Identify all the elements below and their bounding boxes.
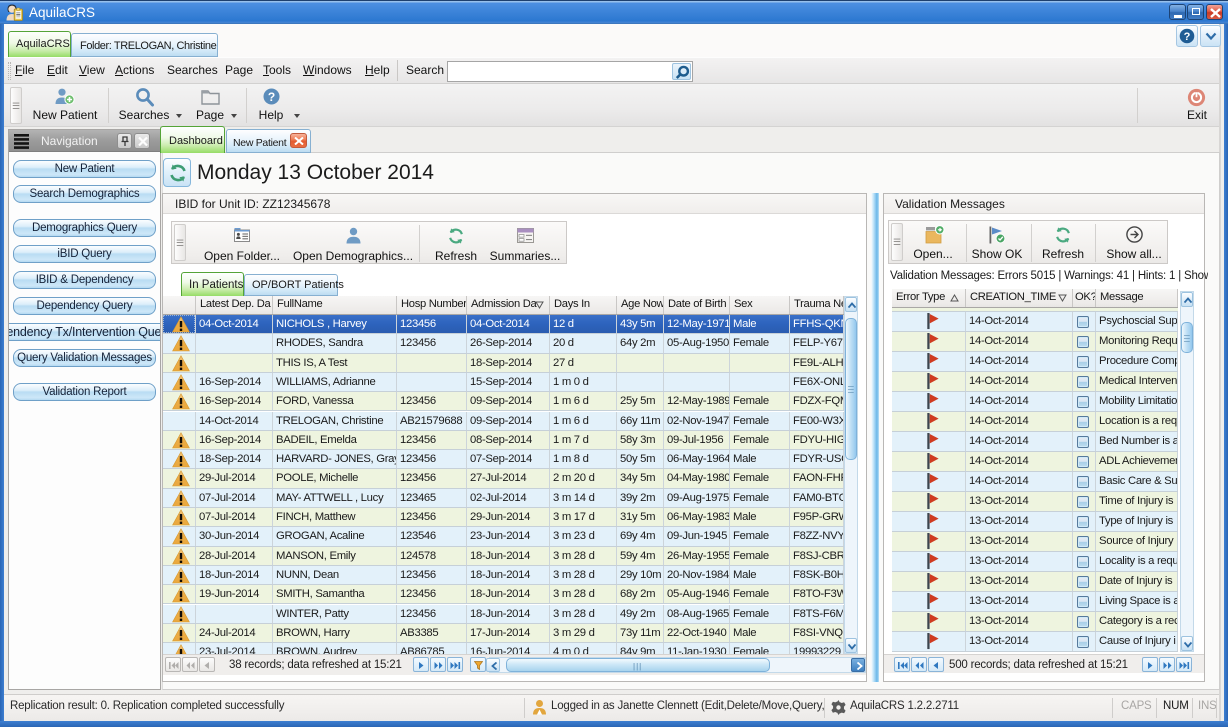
svg-text:?: ? <box>268 90 275 104</box>
svg-text:?: ? <box>1184 31 1191 43</box>
